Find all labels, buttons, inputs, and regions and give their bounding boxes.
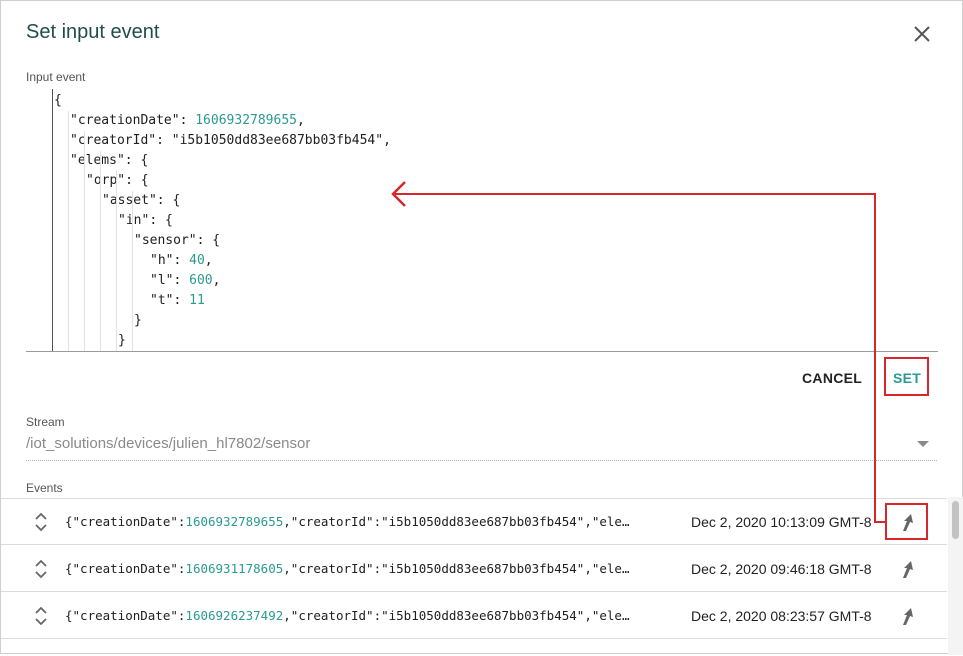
event-date: Dec 2, 2020 10:13:09 GMT-8 <box>691 514 872 530</box>
code-token: : <box>173 253 190 268</box>
code-token: : <box>179 113 196 128</box>
stream-underline <box>26 460 937 461</box>
event-creator-id: "i5b1050dd83ee687bb03fb454" <box>381 608 585 623</box>
code-token: 1606932789655 <box>195 113 297 128</box>
code-token: "l" <box>150 273 174 288</box>
code-line: "h": 40, <box>150 251 213 271</box>
code-token: "t" <box>150 293 174 308</box>
event-json-preview: {"creationDate":1606926237492,"creatorId… <box>65 608 630 623</box>
annotation-box-set <box>884 357 929 396</box>
event-creation-date: 1606926237492 <box>185 608 284 623</box>
code-line: "creatorId": "i5b1050dd83ee687bb03fb454"… <box>70 131 391 151</box>
close-icon[interactable] <box>909 21 935 47</box>
code-line: } <box>118 331 126 351</box>
input-event-label: Input event <box>26 70 86 84</box>
event-json-preview: {"creationDate":1606931178605,"creatorId… <box>65 561 630 576</box>
event-row[interactable]: {"creationDate":1606932789655,"creatorId… <box>1 499 947 545</box>
event-date: Dec 2, 2020 09:46:18 GMT-8 <box>691 561 872 577</box>
code-token: 600 <box>189 273 213 288</box>
events-list: {"creationDate":1606932789655,"creatorId… <box>1 498 947 656</box>
event-row[interactable]: {"creationDate":1606926237492,"creatorId… <box>1 593 947 639</box>
event-date: Dec 2, 2020 08:23:57 GMT-8 <box>691 608 872 624</box>
code-line: "elems": { <box>70 151 148 171</box>
event-creator-id: "i5b1050dd83ee687bb03fb454" <box>381 561 585 576</box>
code-token: : <box>173 273 190 288</box>
cancel-button[interactable]: CANCEL <box>802 370 862 386</box>
stream-label: Stream <box>26 415 65 429</box>
code-line: { <box>54 91 62 111</box>
code-token: } <box>134 313 142 328</box>
json-editor[interactable]: {"creationDate": 1606932789655, "creatorI… <box>26 89 938 352</box>
code-token: 40 <box>189 253 205 268</box>
events-scrollbar-thumb[interactable] <box>952 501 959 539</box>
code-token: , <box>383 133 391 148</box>
code-line: "sensor": { <box>134 231 220 251</box>
unfold-icon[interactable] <box>34 606 48 626</box>
code-token: "in" <box>118 213 150 228</box>
indent-guide <box>68 111 69 351</box>
code-token: { <box>54 93 62 108</box>
annotation-box-arrow <box>885 503 928 540</box>
code-token: : <box>156 133 172 148</box>
events-label: Events <box>26 481 63 495</box>
code-token: : { <box>196 233 221 248</box>
arrow-up-icon[interactable] <box>897 558 919 580</box>
code-token: "creatorId" <box>70 133 157 148</box>
set-input-event-dialog: Set input event Input event {"creationDa… <box>0 0 963 656</box>
indent-guide <box>116 171 117 351</box>
arrow-up-icon[interactable] <box>897 605 919 627</box>
code-token: "h" <box>150 253 174 268</box>
code-line: "l": 600, <box>150 271 220 291</box>
indent-guide <box>84 131 85 351</box>
stream-select[interactable]: /iot_solutions/devices/julien_hl7802/sen… <box>26 435 310 452</box>
code-token: "elems" <box>70 153 125 168</box>
code-token: "i5b1050dd83ee687bb03fb454" <box>171 133 384 148</box>
event-creation-date: 1606931178605 <box>185 561 284 576</box>
code-token: 11 <box>189 293 205 308</box>
unfold-icon[interactable] <box>34 512 48 532</box>
code-token: , <box>204 253 213 268</box>
code-token: : { <box>156 193 181 208</box>
event-creator-id: "i5b1050dd83ee687bb03fb454" <box>381 514 585 529</box>
indent-guide <box>132 191 133 351</box>
code-line: "creationDate": 1606932789655, <box>70 111 305 131</box>
unfold-icon[interactable] <box>34 559 48 579</box>
code-line: "orp": { <box>86 171 149 191</box>
code-token: "asset" <box>102 193 157 208</box>
code-line: "t": 11 <box>150 291 205 311</box>
indent-guide <box>100 151 101 351</box>
code-token: : { <box>149 213 173 228</box>
code-token: : { <box>124 153 149 168</box>
code-token: : { <box>125 173 149 188</box>
code-token: "sensor" <box>134 233 197 248</box>
event-json-preview: {"creationDate":1606932789655,"creatorId… <box>65 514 630 529</box>
indent-guide <box>52 89 53 351</box>
code-token: "orp" <box>86 173 126 188</box>
code-token: , <box>212 273 221 288</box>
code-line: } <box>134 311 142 331</box>
code-token: , <box>296 113 305 128</box>
code-token: : <box>173 293 190 308</box>
code-token: } <box>118 333 126 348</box>
code-token: "creationDate" <box>70 113 180 128</box>
caret-down-icon[interactable] <box>917 441 929 447</box>
code-line: "in": { <box>118 211 173 231</box>
dialog-title: Set input event <box>26 21 160 43</box>
event-row[interactable]: {"creationDate":1606931178605,"creatorId… <box>1 546 947 592</box>
code-line: "asset": { <box>102 191 180 211</box>
event-creation-date: 1606932789655 <box>185 514 284 529</box>
